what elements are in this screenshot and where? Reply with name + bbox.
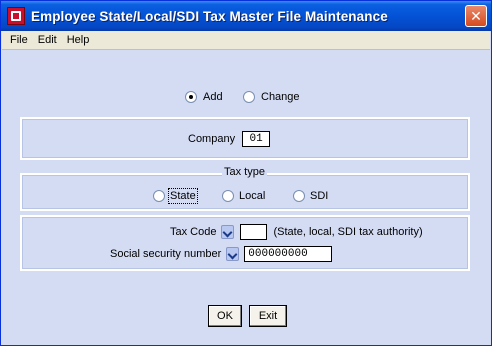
tax-type-local-option[interactable]: Local xyxy=(222,190,265,202)
tax-code-hint: (State, local, SDI tax authority) xyxy=(273,226,423,238)
state-radio[interactable] xyxy=(153,190,165,202)
sdi-label: SDI xyxy=(310,190,329,202)
window-title: Employee State/Local/SDI Tax Master File… xyxy=(31,8,388,24)
menu-file[interactable]: File xyxy=(5,34,33,46)
change-label: Change xyxy=(261,91,300,103)
company-row: Company 01 xyxy=(188,131,271,147)
tax-code-row: Tax Code (State, local, SDI tax authorit… xyxy=(170,224,423,240)
tax-type-sdi-option[interactable]: SDI xyxy=(293,190,328,202)
tax-type-state-option[interactable]: State xyxy=(153,188,198,204)
menu-edit[interactable]: Edit xyxy=(33,34,62,46)
tax-code-field[interactable] xyxy=(240,224,268,240)
sdi-radio[interactable] xyxy=(293,190,305,202)
ssn-label: Social security number xyxy=(110,248,222,260)
menu-help[interactable]: Help xyxy=(62,34,95,46)
add-label: Add xyxy=(203,91,223,103)
company-label: Company xyxy=(188,133,236,145)
add-radio[interactable] xyxy=(185,91,197,103)
form-area: Add Change Company 01 Tax type State Loc… xyxy=(2,51,490,345)
ssn-row: Social security number 000000000 xyxy=(110,246,333,262)
ssn-dropdown-icon[interactable] xyxy=(226,247,240,261)
mode-change-option[interactable]: Change xyxy=(243,91,300,103)
company-field[interactable]: 01 xyxy=(242,131,271,147)
local-radio[interactable] xyxy=(222,190,234,202)
ok-button[interactable]: OK xyxy=(208,305,242,327)
tax-code-dropdown-icon[interactable] xyxy=(221,225,235,239)
exit-button[interactable]: Exit xyxy=(249,305,287,327)
state-label: State xyxy=(168,188,198,204)
app-icon xyxy=(7,7,25,25)
change-radio[interactable] xyxy=(243,91,255,103)
mode-add-option[interactable]: Add xyxy=(185,91,223,103)
close-button[interactable]: ✕ xyxy=(465,5,487,27)
title-bar[interactable]: Employee State/Local/SDI Tax Master File… xyxy=(1,1,491,31)
ssn-field[interactable]: 000000000 xyxy=(244,246,333,262)
menu-bar: File Edit Help xyxy=(2,31,490,50)
main-window: Employee State/Local/SDI Tax Master File… xyxy=(0,0,492,346)
tax-code-label: Tax Code xyxy=(170,226,217,238)
local-label: Local xyxy=(239,190,266,202)
tax-type-title: Tax type xyxy=(222,166,267,178)
